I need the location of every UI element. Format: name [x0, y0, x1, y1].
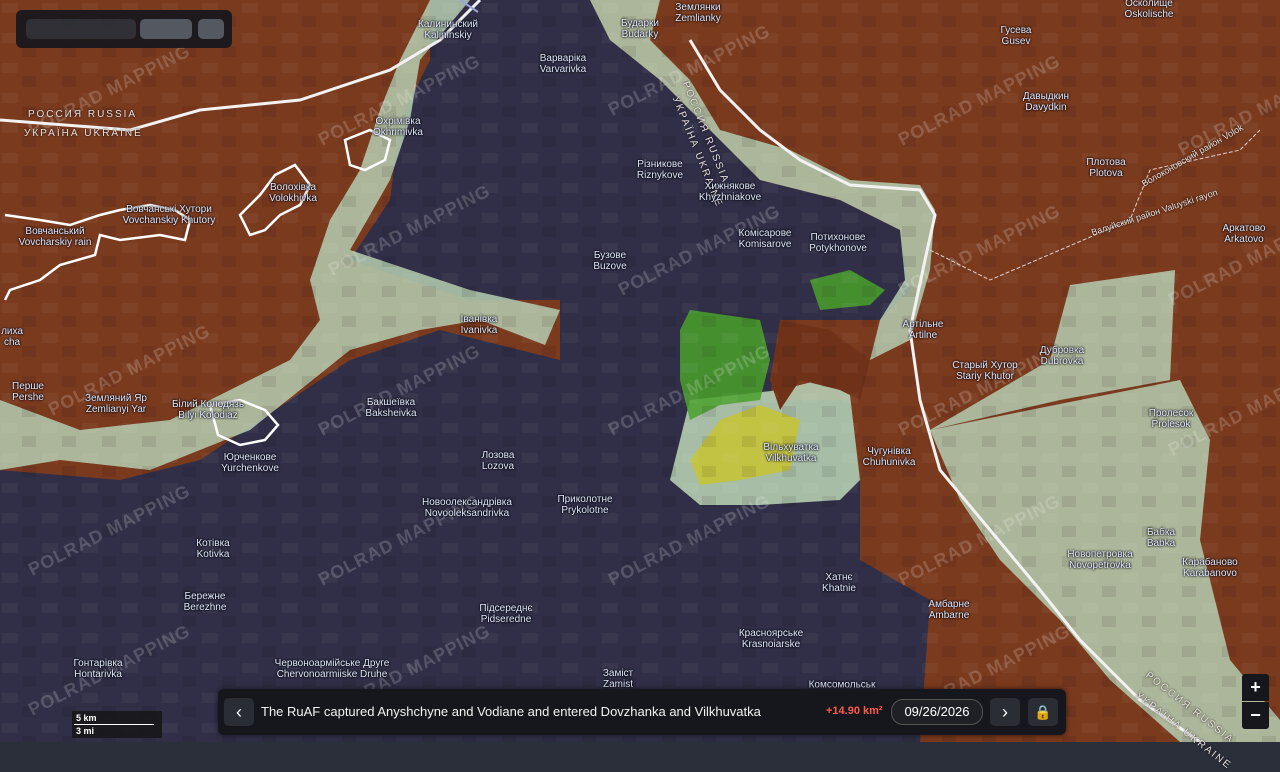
- map-scale: 5 km 3 mi: [72, 711, 162, 738]
- zoom-in-button[interactable]: +: [1242, 674, 1269, 701]
- place-label: Охрімівка Okhrimivka: [372, 116, 424, 138]
- map-canvas[interactable]: [0, 0, 1280, 742]
- place-label: Білий Колодязь Bilyi Kolodiaz: [171, 399, 245, 421]
- place-label: Аркатово Arkatovo: [1222, 223, 1266, 245]
- place-label: Бударки Budarky: [621, 18, 659, 40]
- toolbar-control[interactable]: [26, 19, 136, 39]
- border-label-russia: РОССИЯ RUSSIA: [28, 109, 138, 120]
- place-label: Бережне Berezhne: [183, 591, 227, 613]
- place-label: Потихонове Potykhonove: [809, 232, 867, 254]
- place-label: Новопетровка Novopetrovka: [1067, 549, 1133, 571]
- scale-mi: 3 mi: [76, 726, 95, 736]
- place-label: Волохівка Volokhivka: [269, 182, 317, 204]
- place-label: Артільне Artilne: [902, 319, 944, 341]
- border-label-ukraine: УКРАЇНА UKRAINE: [24, 128, 143, 139]
- place-label: Пролесок Prolesok: [1148, 408, 1194, 430]
- timeline-bar: ‹ The RuAF captured Anyshchyne and Vodia…: [218, 689, 1066, 735]
- place-label: Давыдкин Davydkin: [1022, 91, 1070, 113]
- place-label: Амбарне Ambarne: [928, 599, 970, 621]
- place-label: Красноярське Krasnoiarske: [738, 628, 804, 650]
- place-label: Різникове Riznykove: [636, 159, 684, 181]
- next-event-button[interactable]: ›: [990, 698, 1020, 726]
- place-label: Бузове Buzove: [593, 250, 627, 272]
- place-label: Дубровка Dubrovka: [1039, 345, 1085, 367]
- place-label: Новоолександрівка Novooleksandrivka: [422, 497, 512, 519]
- event-description: The RuAF captured Anyshchyne and Vodiane…: [261, 704, 761, 719]
- place-label: Гусева Gusev: [1000, 25, 1032, 47]
- toolbar-control[interactable]: [140, 19, 192, 39]
- date-selector[interactable]: 09/26/2026: [891, 699, 983, 725]
- place-label: Карабаново Karabanovo: [1182, 557, 1238, 579]
- place-label: Гонтарівка Hontarivka: [73, 658, 123, 680]
- place-label: Земляний Яр Zemlianyi Yar: [85, 393, 147, 415]
- place-label: Плотова Plotova: [1086, 157, 1126, 179]
- place-label: Червоноармійське Друге Chervonoarmiiske D…: [274, 658, 390, 680]
- top-toolbar: [16, 10, 232, 48]
- place-label: Бакшеївка Baksheivka: [365, 397, 417, 419]
- place-label: Юрченкове Yurchenkove: [221, 452, 279, 474]
- place-label: Заміст Zamist: [602, 668, 634, 690]
- place-label: Вовчанський Vovcharskiy rain: [18, 226, 92, 248]
- scale-bar-km: [74, 724, 154, 725]
- place-label: Калининский Kalininskiy: [418, 19, 478, 41]
- place-label: Землянки Zemlianky: [675, 2, 721, 24]
- place-label: Варваріка Varvarivka: [539, 53, 587, 75]
- place-label: лиха cha: [1, 326, 23, 348]
- place-label: Хатнє Khatnie: [822, 572, 856, 594]
- place-label: Старый Хутор Stariy Khutor: [952, 360, 1018, 382]
- place-label: Хижнякове Khyzhniakove: [698, 181, 762, 203]
- place-label: Іванівка Ivanivka: [460, 314, 498, 336]
- place-label: Підсереднє Pidseredne: [479, 603, 533, 625]
- zoom-out-button[interactable]: −: [1242, 702, 1269, 729]
- scale-km: 5 km: [76, 713, 97, 723]
- place-label: Перше Pershe: [12, 381, 44, 403]
- place-label: Вовчанські Хутори Vovchanskiy Khutory: [122, 204, 216, 226]
- place-label: Комісарове Komisarove: [738, 228, 792, 250]
- prev-event-button[interactable]: ‹: [224, 698, 254, 726]
- place-label: Осколище Oskolische: [1124, 0, 1174, 20]
- place-label: Приколотне Prykolotne: [557, 494, 613, 516]
- lock-icon[interactable]: 🔒: [1028, 698, 1058, 726]
- place-label: Лозова Lozova: [481, 450, 515, 472]
- area-change: +14.90 km²: [826, 705, 883, 717]
- toolbar-control[interactable]: [198, 19, 224, 39]
- place-label: Вільхуватка Vilkhuvatka: [763, 442, 819, 464]
- place-label: Чугунівка Chuhunivka: [862, 446, 916, 468]
- place-label: Котівка Kotivka: [196, 538, 230, 560]
- place-label: Бабка Babka: [1146, 527, 1176, 549]
